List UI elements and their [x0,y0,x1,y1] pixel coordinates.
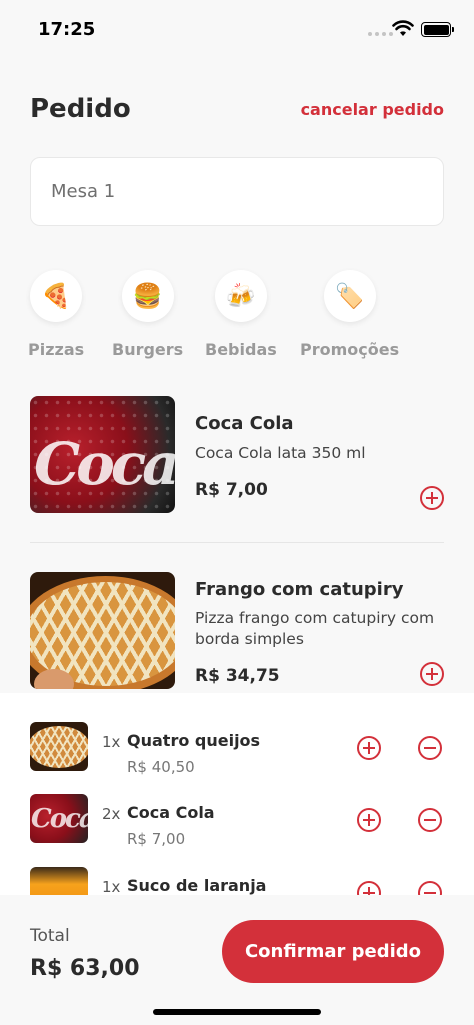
increase-quantity-button[interactable] [357,736,381,760]
category-list: 🍕 Pizzas 🍔 Burgers 🍻 Bebidas 🏷️ Promoçõe… [0,270,474,365]
increase-quantity-button[interactable] [357,881,381,895]
product-description: Pizza frango com catupiry com borda simp… [195,609,435,648]
increase-quantity-button[interactable] [357,808,381,832]
cart-item-quantity: 2x [102,805,121,823]
product-price: R$ 7,00 [195,480,268,500]
cart-item-name: Coca Cola [127,803,215,822]
category-label: Pizzas [28,340,85,359]
decrease-quantity-button[interactable] [418,736,442,760]
category-label: Burgers [112,340,184,359]
product-description: Coca Cola lata 350 ml [195,444,366,462]
wifi-icon [392,20,414,36]
category-promocoes[interactable]: 🏷️ Promoções [300,270,399,359]
category-pizzas[interactable]: 🍕 Pizzas [28,270,84,359]
category-burgers[interactable]: 🍔 Burgers [112,270,183,359]
status-bar: 17:25 [0,0,474,60]
pizza-icon: 🍕 [30,270,83,322]
page-title: Pedido [30,94,131,124]
burger-icon: 🍔 [121,270,174,322]
cart-item-quantity: 1x [102,878,121,895]
category-label: Promoções [300,340,400,359]
product-name: Coca Cola [195,413,294,434]
product-image: Coca [30,396,175,513]
cart-item-price: R$ 7,00 [127,830,186,848]
battery-icon [421,22,454,37]
cart-item-price: R$ 40,50 [127,758,195,776]
total-value: R$ 63,00 [30,956,140,981]
cart-item: Coca 2x Coca Cola R$ 7,00 [0,794,474,854]
confirm-order-button[interactable]: Confirmar pedido [222,920,444,983]
category-label: Bebidas [205,340,277,359]
table-number-input[interactable] [30,157,444,226]
cart-item: 1x Suco de laranja [0,867,474,895]
drinks-icon: 🍻 [214,270,267,322]
cart-item-name: Suco de laranja [127,876,267,895]
cart-item-image: Coca [30,794,88,843]
product-card[interactable]: Frango com catupiry Pizza frango com cat… [30,572,444,693]
tag-icon: 🏷️ [323,270,376,322]
product-card[interactable]: Coca Coca Cola Coca Cola lata 350 ml R$ … [30,396,444,516]
cancel-order-link[interactable]: cancelar pedido [301,100,444,119]
add-product-button[interactable] [420,662,444,686]
decrease-quantity-button[interactable] [418,881,442,895]
cart-item-name: Quatro queijos [127,731,261,750]
cart-item-quantity: 1x [102,733,121,751]
cart-item: 1x Quatro queijos R$ 40,50 [0,722,474,782]
cart-panel: 1x Quatro queijos R$ 40,50 Coca 2x Coca … [0,693,474,895]
product-name: Frango com catupiry [195,579,404,600]
cellular-signal-icon [368,32,393,36]
cart-item-image [30,722,88,771]
order-footer: Total R$ 63,00 Confirmar pedido [0,895,474,1025]
product-image [30,572,175,689]
total-label: Total [30,926,70,946]
add-product-button[interactable] [420,486,444,510]
cart-item-image [30,867,88,895]
category-bebidas[interactable]: 🍻 Bebidas [205,270,277,359]
status-time: 17:25 [38,19,96,40]
divider [30,542,444,543]
product-price: R$ 34,75 [195,666,280,686]
decrease-quantity-button[interactable] [418,808,442,832]
home-indicator [153,1009,321,1015]
